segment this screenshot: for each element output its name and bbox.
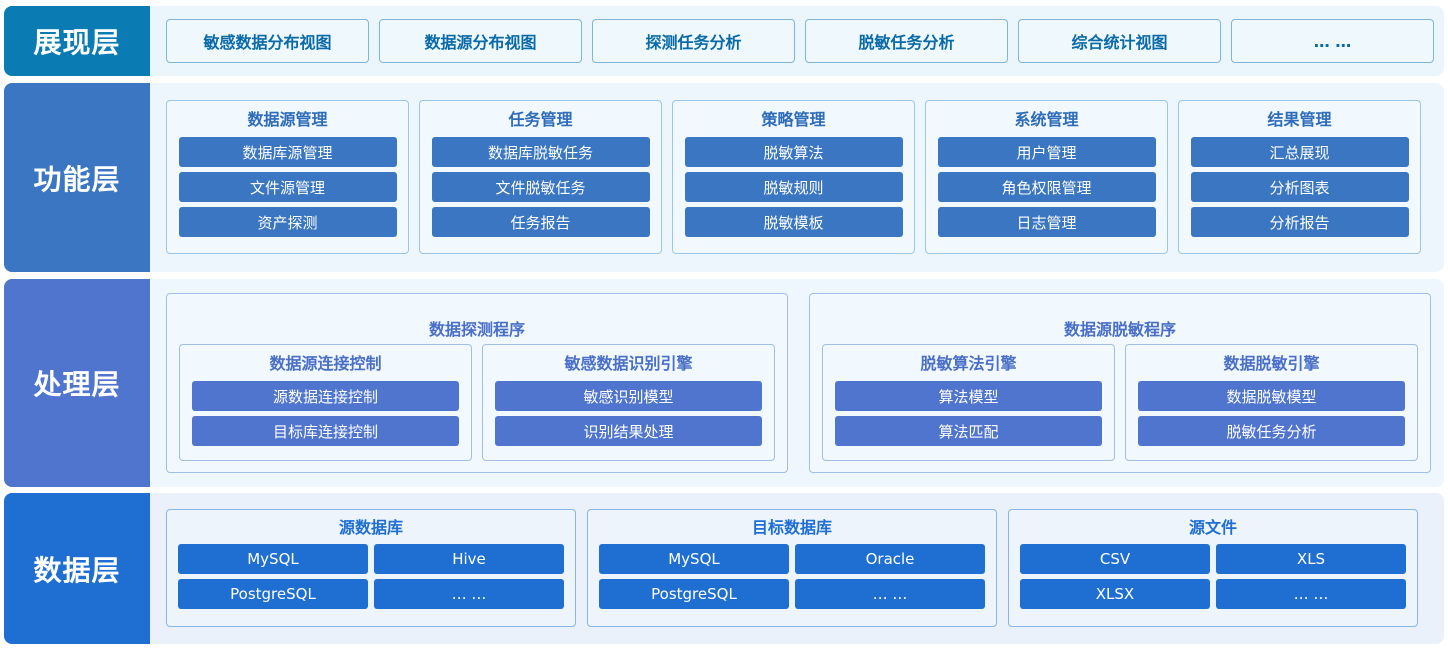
function-item: 脱敏算法 — [684, 137, 903, 167]
data-grid: MySQL Oracle PostgreSQL … … — [599, 544, 985, 609]
function-item: 用户管理 — [937, 137, 1156, 167]
layer-label: 功能层 — [4, 83, 150, 272]
function-item: 任务报告 — [431, 207, 650, 237]
processing-module: 脱敏算法引擎 算法模型 算法匹配 — [822, 344, 1115, 461]
processing-module-title: 脱敏算法引擎 — [920, 354, 1017, 373]
processing-item: 源数据连接控制 — [192, 381, 459, 411]
processing-item: 脱敏任务分析 — [1138, 416, 1405, 446]
function-item: 汇总展现 — [1190, 137, 1409, 167]
processing-module-title: 数据脱敏引擎 — [1223, 354, 1320, 373]
function-group: 系统管理 用户管理 角色权限管理 日志管理 — [925, 100, 1168, 254]
processing-item: 敏感识别模型 — [495, 381, 762, 411]
function-item: 数据库源管理 — [178, 137, 397, 167]
function-item: 脱敏规则 — [684, 172, 903, 202]
presentation-item: 数据源分布视图 — [379, 19, 582, 63]
processing-module: 数据脱敏引擎 数据脱敏模型 脱敏任务分析 — [1125, 344, 1418, 461]
presentation-item-more: … … — [1231, 19, 1434, 63]
data-item: Oracle — [795, 544, 985, 574]
data-group: 源文件 CSV XLS XLSX … … — [1008, 509, 1418, 627]
data-item: XLSX — [1020, 579, 1210, 609]
data-layer: 数据层 源数据库 MySQL Hive PostgreSQL … … 目标数据库… — [4, 493, 1444, 644]
processing-item: 算法模型 — [835, 381, 1102, 411]
function-item: 数据库脱敏任务 — [431, 137, 650, 167]
layer-label: 处理层 — [4, 279, 150, 487]
data-group-title: 源数据库 — [338, 518, 403, 537]
data-group-title: 目标数据库 — [751, 518, 832, 537]
processing-module-title: 数据源连接控制 — [269, 354, 382, 373]
function-group-title: 任务管理 — [508, 110, 573, 129]
data-grid: CSV XLS XLSX … … — [1020, 544, 1406, 609]
processing-item: 算法匹配 — [835, 416, 1102, 446]
function-item: 日志管理 — [937, 207, 1156, 237]
data-item: … … — [795, 579, 985, 609]
data-layer-body: 源数据库 MySQL Hive PostgreSQL … … 目标数据库 MyS… — [150, 493, 1444, 644]
processing-program-title: 数据探测程序 — [428, 320, 525, 339]
function-group-title: 数据源管理 — [247, 110, 328, 129]
data-group: 源数据库 MySQL Hive PostgreSQL … … — [166, 509, 576, 627]
data-group: 目标数据库 MySQL Oracle PostgreSQL … … — [587, 509, 997, 627]
processing-module: 数据源连接控制 源数据连接控制 目标库连接控制 — [179, 344, 472, 461]
processing-module: 敏感数据识别引擎 敏感识别模型 识别结果处理 — [482, 344, 775, 461]
data-item: CSV — [1020, 544, 1210, 574]
presentation-layer-body: 敏感数据分布视图 数据源分布视图 探测任务分析 脱敏任务分析 综合统计视图 … … — [150, 6, 1444, 76]
processing-program: 数据探测程序 数据源连接控制 源数据连接控制 目标库连接控制 敏感数据识别引擎 … — [166, 293, 788, 473]
processing-item: 数据脱敏模型 — [1138, 381, 1405, 411]
presentation-item: 综合统计视图 — [1018, 19, 1221, 63]
processing-layer-body: 数据探测程序 数据源连接控制 源数据连接控制 目标库连接控制 敏感数据识别引擎 … — [150, 279, 1444, 487]
function-item: 文件脱敏任务 — [431, 172, 650, 202]
presentation-item: 脱敏任务分析 — [805, 19, 1008, 63]
presentation-item: 敏感数据分布视图 — [166, 19, 369, 63]
layer-label: 展现层 — [4, 6, 150, 76]
function-item: 分析报告 — [1190, 207, 1409, 237]
data-item: PostgreSQL — [599, 579, 789, 609]
function-item: 文件源管理 — [178, 172, 397, 202]
data-item: XLS — [1216, 544, 1406, 574]
processing-module-title: 敏感数据识别引擎 — [564, 354, 693, 373]
data-grid: MySQL Hive PostgreSQL … … — [178, 544, 564, 609]
data-item: … … — [374, 579, 564, 609]
function-layer-body: 数据源管理 数据库源管理 文件源管理 资产探测 任务管理 数据库脱敏任务 文件脱… — [150, 83, 1444, 272]
function-item: 分析图表 — [1190, 172, 1409, 202]
processing-layer: 处理层 数据探测程序 数据源连接控制 源数据连接控制 目标库连接控制 敏感数据识… — [4, 279, 1444, 487]
function-item: 角色权限管理 — [937, 172, 1156, 202]
data-item: MySQL — [178, 544, 368, 574]
function-group-title: 结果管理 — [1267, 110, 1332, 129]
function-group-title: 策略管理 — [761, 110, 826, 129]
layer-label: 数据层 — [4, 493, 150, 644]
processing-program-title: 数据源脱敏程序 — [1063, 320, 1176, 339]
data-group-title: 源文件 — [1188, 518, 1237, 537]
presentation-item: 探测任务分析 — [592, 19, 795, 63]
data-item: Hive — [374, 544, 564, 574]
data-item: … … — [1216, 579, 1406, 609]
processing-program: 数据源脱敏程序 脱敏算法引擎 算法模型 算法匹配 数据脱敏引擎 数据脱敏模型 脱… — [809, 293, 1431, 473]
processing-item: 目标库连接控制 — [192, 416, 459, 446]
function-item: 资产探测 — [178, 207, 397, 237]
data-item: PostgreSQL — [178, 579, 368, 609]
function-group: 数据源管理 数据库源管理 文件源管理 资产探测 — [166, 100, 409, 254]
function-group: 任务管理 数据库脱敏任务 文件脱敏任务 任务报告 — [419, 100, 662, 254]
function-item: 脱敏模板 — [684, 207, 903, 237]
function-group: 策略管理 脱敏算法 脱敏规则 脱敏模板 — [672, 100, 915, 254]
function-group: 结果管理 汇总展现 分析图表 分析报告 — [1178, 100, 1421, 254]
data-item: MySQL — [599, 544, 789, 574]
function-layer: 功能层 数据源管理 数据库源管理 文件源管理 资产探测 任务管理 数据库脱敏任务… — [4, 83, 1444, 272]
processing-item: 识别结果处理 — [495, 416, 762, 446]
presentation-layer: 展现层 敏感数据分布视图 数据源分布视图 探测任务分析 脱敏任务分析 综合统计视… — [4, 6, 1444, 76]
function-group-title: 系统管理 — [1014, 110, 1079, 129]
